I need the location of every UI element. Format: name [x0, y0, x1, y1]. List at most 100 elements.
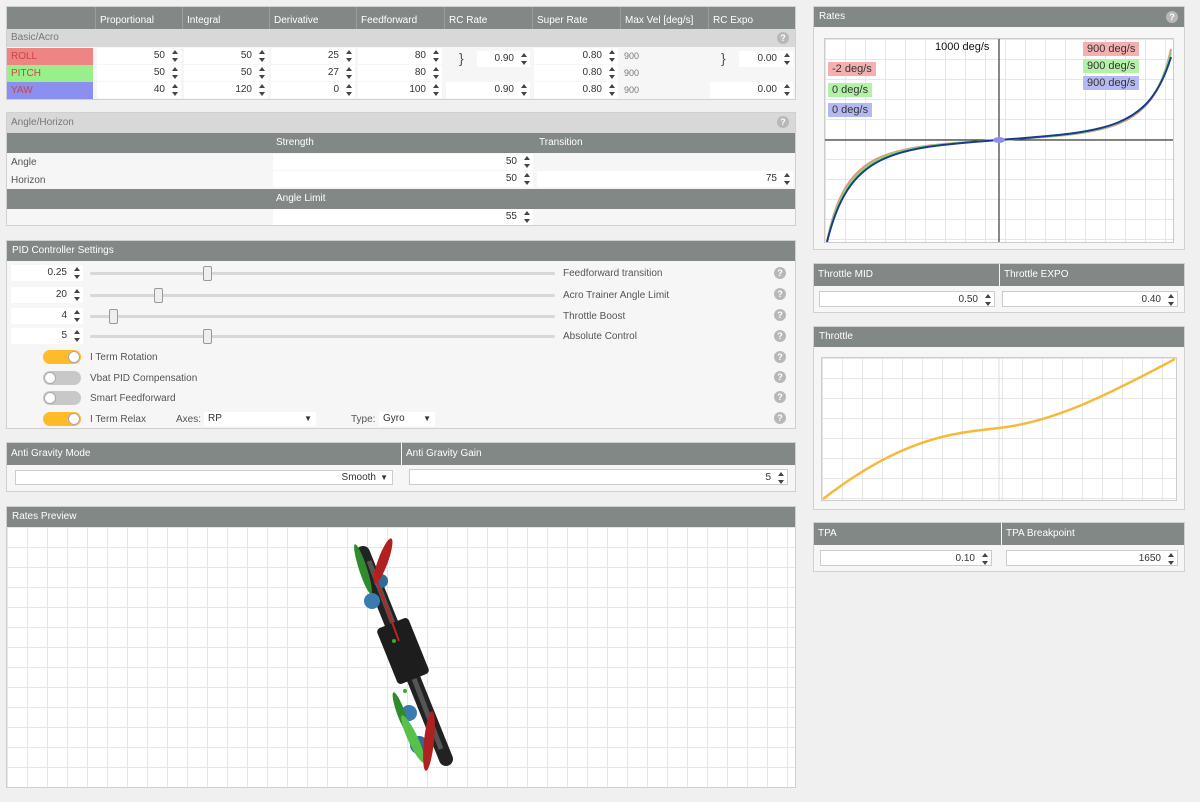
- pitch-p-input[interactable]: 50: [97, 65, 181, 81]
- spinner-icon[interactable]: [524, 156, 531, 168]
- spinner-icon[interactable]: [259, 50, 266, 62]
- pitch-ff-input[interactable]: 80: [358, 65, 442, 81]
- roll-d-input[interactable]: 25: [271, 48, 355, 64]
- spinner-icon[interactable]: [74, 289, 81, 301]
- spinner-icon[interactable]: [985, 294, 992, 306]
- angle-strength-input[interactable]: 50: [273, 154, 533, 170]
- absolute-control-slider[interactable]: [90, 335, 555, 338]
- spinner-icon[interactable]: [433, 84, 440, 96]
- help-icon[interactable]: ?: [774, 309, 786, 321]
- dropdown-arrow-icon: ▼: [423, 414, 431, 423]
- absolute-control-slider-thumb[interactable]: [203, 329, 212, 344]
- yaw-rc-expo-input[interactable]: 0.00: [710, 82, 793, 98]
- spinner-icon[interactable]: [74, 310, 81, 322]
- anti-gravity-gain-input[interactable]: 5: [409, 469, 788, 485]
- pitch-super-rate-input[interactable]: 0.80: [534, 65, 618, 81]
- roll-p-input[interactable]: 50: [97, 48, 181, 64]
- type-select[interactable]: Gyro ▼: [379, 412, 435, 426]
- absolute-control-input[interactable]: 5: [11, 328, 83, 344]
- spinner-icon[interactable]: [259, 67, 266, 79]
- spinner-icon[interactable]: [259, 84, 266, 96]
- spinner-icon[interactable]: [524, 173, 531, 185]
- tpa-input[interactable]: 0.10: [820, 550, 992, 566]
- throttle-boost-slider-thumb[interactable]: [109, 309, 118, 324]
- throttle-boost-slider[interactable]: [90, 315, 555, 318]
- help-icon[interactable]: ?: [777, 116, 789, 128]
- roll-ff-input[interactable]: 80: [358, 48, 442, 64]
- angle-horizon-header: Angle/Horizon ?: [7, 113, 795, 133]
- angle-limit-input[interactable]: 55: [273, 209, 533, 225]
- horizon-strength-value: 50: [505, 173, 517, 184]
- ff-transition-input[interactable]: 0.25: [11, 265, 83, 281]
- pitch-d-value: 27: [327, 67, 339, 78]
- yaw-p-input[interactable]: 40: [97, 82, 181, 98]
- help-icon[interactable]: ?: [777, 32, 789, 44]
- roll-ff-value: 80: [414, 50, 426, 61]
- spinner-icon[interactable]: [524, 211, 531, 223]
- rp-rc-rate-input[interactable]: 0.90: [477, 51, 530, 67]
- ff-transition-slider[interactable]: [90, 272, 555, 275]
- acro-trainer-input[interactable]: 20: [11, 287, 83, 303]
- vbat-pid-toggle[interactable]: [43, 371, 81, 385]
- throttle-mid-input[interactable]: 0.50: [819, 291, 995, 307]
- help-icon[interactable]: ?: [774, 351, 786, 363]
- spinner-icon[interactable]: [172, 84, 179, 96]
- yaw-super-rate-input[interactable]: 0.80: [534, 82, 618, 98]
- pitch-d-input[interactable]: 27: [271, 65, 355, 81]
- spinner-icon[interactable]: [784, 53, 791, 65]
- tpa-breakpoint-input[interactable]: 1650: [1006, 550, 1178, 566]
- spinner-icon[interactable]: [609, 50, 616, 62]
- roll-super-rate-input[interactable]: 0.80: [534, 48, 618, 64]
- yaw-ff-input[interactable]: 100: [358, 82, 442, 98]
- help-icon[interactable]: ?: [774, 330, 786, 342]
- spinner-icon[interactable]: [521, 84, 528, 96]
- help-icon[interactable]: ?: [774, 391, 786, 403]
- iterm-relax-toggle[interactable]: [43, 412, 81, 426]
- yaw-d-input[interactable]: 0: [271, 82, 355, 98]
- spinner-icon[interactable]: [346, 84, 353, 96]
- spinner-icon[interactable]: [433, 67, 440, 79]
- throttle-expo-input[interactable]: 0.40: [1002, 291, 1178, 307]
- help-icon[interactable]: ?: [1166, 11, 1178, 23]
- spinner-icon[interactable]: [346, 67, 353, 79]
- spinner-icon[interactable]: [609, 67, 616, 79]
- spinner-icon[interactable]: [521, 53, 528, 65]
- spinner-icon[interactable]: [172, 50, 179, 62]
- spinner-icon[interactable]: [609, 84, 616, 96]
- horizon-transition-input[interactable]: 75: [537, 171, 793, 187]
- rates-preview-canvas[interactable]: [7, 527, 795, 787]
- acro-trainer-slider-thumb[interactable]: [154, 288, 163, 303]
- help-icon[interactable]: ?: [774, 412, 786, 424]
- spinner-icon[interactable]: [784, 84, 791, 96]
- help-icon[interactable]: ?: [774, 371, 786, 383]
- iterm-rotation-toggle[interactable]: [43, 350, 81, 364]
- throttle-curve-panel: Throttle: [813, 326, 1185, 510]
- spinner-icon[interactable]: [1168, 294, 1175, 306]
- rp-rc-expo-input[interactable]: 0.00: [739, 51, 793, 67]
- axes-select[interactable]: RP ▼: [204, 412, 316, 426]
- spinner-icon[interactable]: [172, 67, 179, 79]
- spinner-icon[interactable]: [778, 472, 785, 484]
- yaw-rc-rate-input[interactable]: 0.90: [446, 82, 530, 98]
- help-icon[interactable]: ?: [774, 267, 786, 279]
- roll-i-input[interactable]: 50: [184, 48, 268, 64]
- spinner-icon[interactable]: [74, 330, 81, 342]
- brace-icon: }: [721, 50, 726, 66]
- horizon-strength-input[interactable]: 50: [273, 171, 533, 187]
- pitch-i-input[interactable]: 50: [184, 65, 268, 81]
- anti-gravity-mode-select[interactable]: Smooth ▼: [15, 470, 393, 485]
- yaw-i-input[interactable]: 120: [184, 82, 268, 98]
- pitch-p-value: 50: [153, 67, 165, 78]
- spinner-icon[interactable]: [74, 267, 81, 279]
- throttle-boost-input[interactable]: 4: [11, 308, 83, 324]
- smart-ff-toggle[interactable]: [43, 391, 81, 405]
- help-icon[interactable]: ?: [774, 288, 786, 300]
- yaw-current-badge: 0 deg/s: [828, 103, 873, 117]
- spinner-icon[interactable]: [982, 553, 989, 565]
- spinner-icon[interactable]: [784, 173, 791, 185]
- spinner-icon[interactable]: [433, 50, 440, 62]
- ff-transition-slider-thumb[interactable]: [203, 266, 212, 281]
- spinner-icon[interactable]: [346, 50, 353, 62]
- spinner-icon[interactable]: [1168, 553, 1175, 565]
- toggle-knob: [68, 413, 80, 425]
